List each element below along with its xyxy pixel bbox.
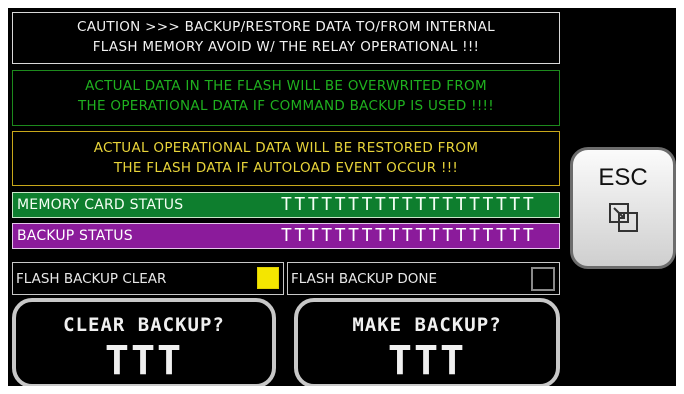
- memory-card-status-row: MEMORY CARD STATUS TTTTTTTTTTTTTTTTTTT: [12, 192, 560, 218]
- flash-backup-clear-cell: FLASH BACKUP CLEAR: [12, 262, 284, 295]
- flash-backup-done-indicator: [531, 267, 555, 291]
- make-backup-title: MAKE BACKUP?: [352, 314, 502, 336]
- clear-backup-title: CLEAR BACKUP?: [63, 314, 225, 336]
- flash-backup-done-label: FLASH BACKUP DONE: [291, 271, 437, 287]
- hmi-screen: CAUTION >>> BACKUP/RESTORE DATA TO/FROM …: [8, 8, 676, 386]
- flash-backup-clear-indicator: [257, 267, 279, 289]
- make-backup-button[interactable]: MAKE BACKUP? TTT: [294, 298, 560, 386]
- caution-panel: CAUTION >>> BACKUP/RESTORE DATA TO/FROM …: [12, 12, 560, 64]
- clear-backup-value: TTT: [104, 338, 184, 384]
- restore-warning-panel: ACTUAL OPERATIONAL DATA WILL BE RESTORED…: [12, 131, 560, 186]
- caution-line-2: FLASH MEMORY AVOID W/ THE RELAY OPERATIO…: [92, 39, 480, 55]
- memory-card-status-label: MEMORY CARD STATUS: [17, 197, 184, 213]
- caution-line-1: CAUTION >>> BACKUP/RESTORE DATA TO/FROM …: [76, 19, 495, 35]
- make-backup-value: TTT: [387, 338, 467, 384]
- window-switch-icon: [609, 203, 638, 232]
- backup-warning-panel: ACTUAL DATA IN THE FLASH WILL BE OVERWRI…: [12, 70, 560, 126]
- restore-warning-line-1: ACTUAL OPERATIONAL DATA WILL BE RESTORED…: [93, 140, 479, 156]
- esc-label: ESC: [598, 164, 648, 191]
- backup-status-row: BACKUP STATUS TTTTTTTTTTTTTTTTTTT: [12, 223, 560, 249]
- esc-button[interactable]: ESC: [570, 147, 676, 269]
- memory-card-status-value: TTTTTTTTTTTTTTTTTTT: [281, 194, 537, 215]
- backup-warning-line-1: ACTUAL DATA IN THE FLASH WILL BE OVERWRI…: [85, 78, 487, 94]
- flash-backup-clear-label: FLASH BACKUP CLEAR: [16, 271, 167, 287]
- backup-status-value: TTTTTTTTTTTTTTTTTTT: [281, 225, 537, 246]
- backup-warning-line-2: THE OPERATIONAL DATA IF COMMAND BACKUP I…: [78, 98, 494, 114]
- backup-status-label: BACKUP STATUS: [17, 228, 133, 244]
- clear-backup-button[interactable]: CLEAR BACKUP? TTT: [12, 298, 276, 386]
- flash-backup-done-cell: FLASH BACKUP DONE: [287, 262, 560, 295]
- restore-warning-line-2: THE FLASH DATA IF AUTOLOAD EVENT OCCUR !…: [113, 160, 459, 176]
